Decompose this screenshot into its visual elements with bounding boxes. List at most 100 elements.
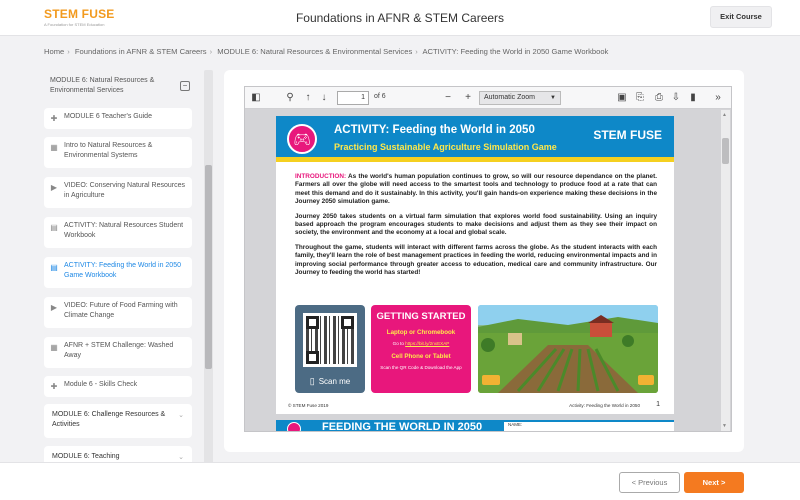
presentation-mode-icon[interactable]: ▣ (615, 91, 629, 105)
paragraph-text: Throughout the game, students will inter… (295, 243, 657, 277)
breadcrumb-separator: › (415, 47, 418, 56)
page-total: of 6 (374, 93, 386, 100)
gamepad-icon: 🎮︎ (287, 124, 317, 154)
sidebar-item-label: ACTIVITY: Feeding the World in 2050 Game… (64, 262, 181, 279)
breadcrumb-separator: › (209, 47, 213, 56)
sidebar-item-feeding-the-world[interactable]: ▤ ACTIVITY: Feeding the World in 2050 Ga… (44, 257, 192, 288)
sidebar-module-title: MODULE 6: Natural Resources & Environmen… (50, 77, 155, 94)
pdf-page-next: FEEDING THE WORLD IN 2050 NAME: (276, 420, 674, 432)
course-sidebar: MODULE 6: Natural Resources & Environmen… (44, 70, 214, 465)
next-button[interactable]: Next > (684, 472, 744, 493)
search-icon[interactable]: ⚲ (283, 91, 297, 105)
sidebar-section-label: MODULE 6: Teaching (52, 453, 120, 460)
puzzle-icon: ✚ (50, 114, 58, 123)
getting-started-title: GETTING STARTED (376, 311, 466, 322)
previous-button[interactable]: < Previous (619, 472, 680, 493)
sidebar-item-video-conserving[interactable]: ▶ VIDEO: Conserving Natural Resources in… (44, 177, 192, 208)
content-panel: ◧ ⚲ ↑ ↓ 1 of 6 − + Automatic Zoom ▼ ▣ ⎘ … (224, 70, 744, 452)
sidebar-item-teachers-guide[interactable]: ✚ MODULE 6 Teacher's Guide (44, 108, 192, 129)
presentation-icon: ▦ (50, 143, 58, 152)
puzzle-icon: ✚ (50, 382, 58, 391)
activity-banner: 🎮︎ ACTIVITY: Feeding the World in 2050 P… (276, 116, 674, 162)
breadcrumb-current: ACTIVITY: Feeding the World in 2050 Game… (422, 47, 609, 56)
pdf-footer-copyright: © STEM Fuse 2019 (288, 403, 329, 408)
breadcrumb: Home › Foundations in AFNR & STEM Careers… (44, 47, 608, 56)
gs-link[interactable]: https://bit.ly/2nxEXAP (405, 341, 449, 346)
pdf-viewer: ◧ ⚲ ↑ ↓ 1 of 6 − + Automatic Zoom ▼ ▣ ⎘ … (244, 86, 732, 432)
pdf-body-text: INTRODUCTION: As the world's human popul… (295, 173, 657, 283)
sidebar-item-washed-away[interactable]: ▦ AFNR + STEM Challenge: Washed Away (44, 337, 192, 368)
pdf-footer-title: Activity: Feeding the World in 2050 (569, 403, 640, 408)
arrow-down-icon[interactable]: ↓ (317, 91, 331, 105)
pdf-scrollbar-thumb[interactable] (722, 138, 729, 164)
print-icon[interactable]: ⎙ (652, 91, 666, 105)
sidebar-item-natural-resources-workbook[interactable]: ▤ ACTIVITY: Natural Resources Student Wo… (44, 217, 192, 248)
sidebar-item-intro-natural-resources[interactable]: ▦ Intro to Natural Resources & Environme… (44, 137, 192, 168)
paragraph-intro: INTRODUCTION: As the world's human popul… (295, 173, 657, 207)
open-file-icon[interactable]: ⎘ (633, 91, 647, 105)
game-screenshot-image (478, 305, 658, 393)
tools-menu-icon[interactable]: » (711, 91, 725, 105)
pdf-toolbar: ◧ ⚲ ↑ ↓ 1 of 6 − + Automatic Zoom ▼ ▣ ⎘ … (245, 87, 731, 109)
breadcrumb-module[interactable]: MODULE 6: Natural Resources & Environmen… (217, 47, 412, 56)
video-icon: ▶ (50, 303, 58, 312)
course-title: Foundations in AFNR & STEM Careers (295, 11, 505, 25)
farm-scene-illustration (478, 305, 658, 393)
banner-logo: STEM FUSE (593, 128, 662, 142)
gs-phone-label: Cell Phone or Tablet (391, 353, 451, 360)
sidebar-item-video-future-farming[interactable]: ▶ VIDEO: Future of Food Farming with Cli… (44, 297, 192, 328)
page2-title: FEEDING THE WORLD IN 2050 (322, 421, 483, 432)
sidebar-item-label: AFNR + STEM Challenge: Washed Away (64, 342, 174, 359)
sidebar-item-label: Intro to Natural Resources & Environment… (64, 142, 153, 159)
document-icon: ▤ (50, 223, 58, 232)
zoom-select[interactable]: Automatic Zoom ▼ (479, 91, 561, 105)
paragraph-text: As the world's human population continue… (295, 173, 657, 206)
sidebar-section-label: MODULE 6: Challenge Resources & Activiti… (52, 411, 166, 428)
sidebar-item-skills-check[interactable]: ✚ Module 6 - Skills Check (44, 376, 192, 397)
gs-goto-line: Go to https://bit.ly/2nxEXAP (392, 341, 450, 346)
banner-title: ACTIVITY: Feeding the World in 2050 (334, 124, 535, 136)
breadcrumb-separator: › (67, 47, 70, 56)
bookmark-icon[interactable]: ▮ (686, 91, 700, 105)
scan-me-label: ▯ Scan me (309, 376, 351, 386)
lesson-navigation: < Previous Next > (0, 462, 800, 500)
name-field-label: NAME: (504, 422, 674, 431)
sidebar-item-label: MODULE 6 Teacher's Guide (64, 113, 152, 120)
breadcrumb-home[interactable]: Home (44, 47, 64, 56)
sidebar-section-challenge[interactable]: MODULE 6: Challenge Resources & Activiti… (44, 404, 192, 438)
collapse-icon[interactable]: − (180, 81, 190, 91)
pdf-page: 🎮︎ ACTIVITY: Feeding the World in 2050 P… (276, 116, 674, 414)
gs-laptop-label: Laptop or Chromebook (386, 329, 456, 336)
scroll-down-icon[interactable]: ▼ (722, 423, 727, 429)
scroll-up-icon[interactable]: ▲ (722, 112, 727, 118)
document-icon: ▤ (50, 263, 58, 272)
zoom-in-icon[interactable]: + (461, 91, 475, 105)
pdf-scrollbar[interactable]: ▲ ▼ (721, 110, 730, 431)
activity-banner: FEEDING THE WORLD IN 2050 NAME: (276, 420, 674, 432)
banner-subtitle: Practicing Sustainable Agriculture Simul… (334, 142, 557, 152)
chevron-down-icon: ▼ (550, 95, 556, 101)
intro-label: INTRODUCTION: (295, 173, 347, 180)
gamepad-icon (287, 422, 301, 431)
zoom-out-icon[interactable]: − (441, 91, 455, 105)
sidebar-scrollbar-thumb[interactable] (205, 165, 212, 369)
download-icon[interactable]: ⇩ (669, 91, 683, 105)
getting-started-card: GETTING STARTED Laptop or Chromebook Go … (371, 305, 471, 393)
exit-course-button[interactable]: Exit Course (710, 6, 772, 28)
sidebar-item-label: Module 6 - Skills Check (64, 381, 138, 388)
video-icon: ▶ (50, 183, 58, 192)
pdf-page-number: 1 (656, 401, 660, 408)
sidebar-item-label: ACTIVITY: Natural Resources Student Work… (64, 222, 184, 239)
sidebar-toggle-icon[interactable]: ◧ (249, 91, 263, 105)
arrow-up-icon[interactable]: ↑ (301, 91, 315, 105)
page-number-input[interactable]: 1 (337, 91, 369, 105)
sidebar-module-header[interactable]: MODULE 6: Natural Resources & Environmen… (44, 70, 200, 106)
gs-scan-label: Scan the QR Code & Download the App (380, 365, 462, 370)
sidebar-item-label: VIDEO: Conserving Natural Resources in A… (64, 182, 185, 199)
presentation-icon: ▦ (50, 343, 58, 352)
chevron-down-icon: ⌄ (178, 412, 184, 419)
zoom-select-value: Automatic Zoom (484, 94, 535, 101)
top-header: STEM FUSE A Foundation for STEM Educatio… (0, 0, 800, 36)
qr-code-icon (303, 313, 357, 367)
breadcrumb-course[interactable]: Foundations in AFNR & STEM Careers (75, 47, 207, 56)
